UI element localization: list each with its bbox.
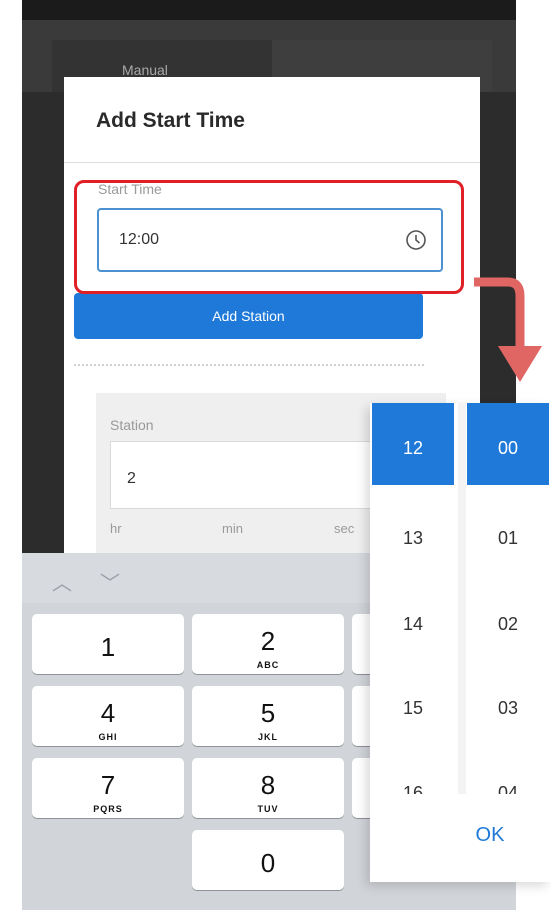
chevron-down-icon[interactable]: ﹀ — [100, 567, 120, 596]
dotted-divider — [74, 364, 424, 366]
station-value: 2 — [127, 470, 136, 487]
add-station-button[interactable]: Add Station — [74, 293, 423, 339]
picker-hour-14[interactable]: 14 — [372, 579, 454, 661]
key-number: 1 — [100, 632, 116, 662]
key-4[interactable]: 4 GHI — [32, 686, 184, 746]
picker-column-divider — [458, 403, 466, 803]
picker-hour-15[interactable]: 15 — [372, 663, 454, 745]
key-letters: PQRS — [93, 804, 123, 814]
key-8[interactable]: 8 TUV — [192, 758, 344, 818]
unit-sec-label: sec — [334, 521, 355, 536]
key-number: 4 — [100, 698, 116, 728]
picker-minute-00[interactable]: 00 — [467, 403, 549, 485]
time-picker: 12 13 14 15 16 00 01 02 03 04 OK — [370, 403, 551, 882]
key-number: 8 — [260, 770, 276, 800]
key-number: 7 — [100, 770, 116, 800]
dialog-title: Add Start Time — [96, 109, 245, 132]
add-station-label: Add Station — [212, 308, 285, 324]
picker-minute-01[interactable]: 01 — [467, 493, 549, 575]
key-number: 0 — [260, 848, 276, 878]
key-7[interactable]: 7 PQRS — [32, 758, 184, 818]
key-number: 2 — [260, 626, 276, 656]
status-bar — [22, 0, 516, 20]
down-arrow-annotation — [474, 277, 542, 382]
unit-min-label: min — [222, 521, 243, 536]
key-letters: JKL — [257, 732, 278, 742]
key-5[interactable]: 5 JKL — [192, 686, 344, 746]
picker-footer: OK — [370, 794, 551, 882]
key-1[interactable]: 1 — [32, 614, 184, 674]
background-tab-label: Manual — [122, 62, 168, 78]
picker-minute-02[interactable]: 02 — [467, 579, 549, 661]
key-2[interactable]: 2 ABC — [192, 614, 344, 674]
divider — [64, 162, 480, 163]
unit-hr-label: hr — [110, 521, 122, 536]
station-label: Station — [110, 417, 154, 433]
key-letters: GHI — [98, 732, 118, 742]
chevron-up-icon[interactable]: ︿ — [52, 567, 72, 596]
ok-button[interactable]: OK — [455, 824, 525, 847]
picker-hour-13[interactable]: 13 — [372, 493, 454, 575]
key-number: 5 — [260, 698, 276, 728]
key-0[interactable]: 0 — [192, 830, 344, 890]
picker-hour-12[interactable]: 12 — [372, 403, 454, 485]
highlight-box — [74, 180, 464, 294]
picker-minute-03[interactable]: 03 — [467, 663, 549, 745]
key-letters: ABC — [256, 660, 280, 670]
key-letters: TUV — [257, 804, 279, 814]
